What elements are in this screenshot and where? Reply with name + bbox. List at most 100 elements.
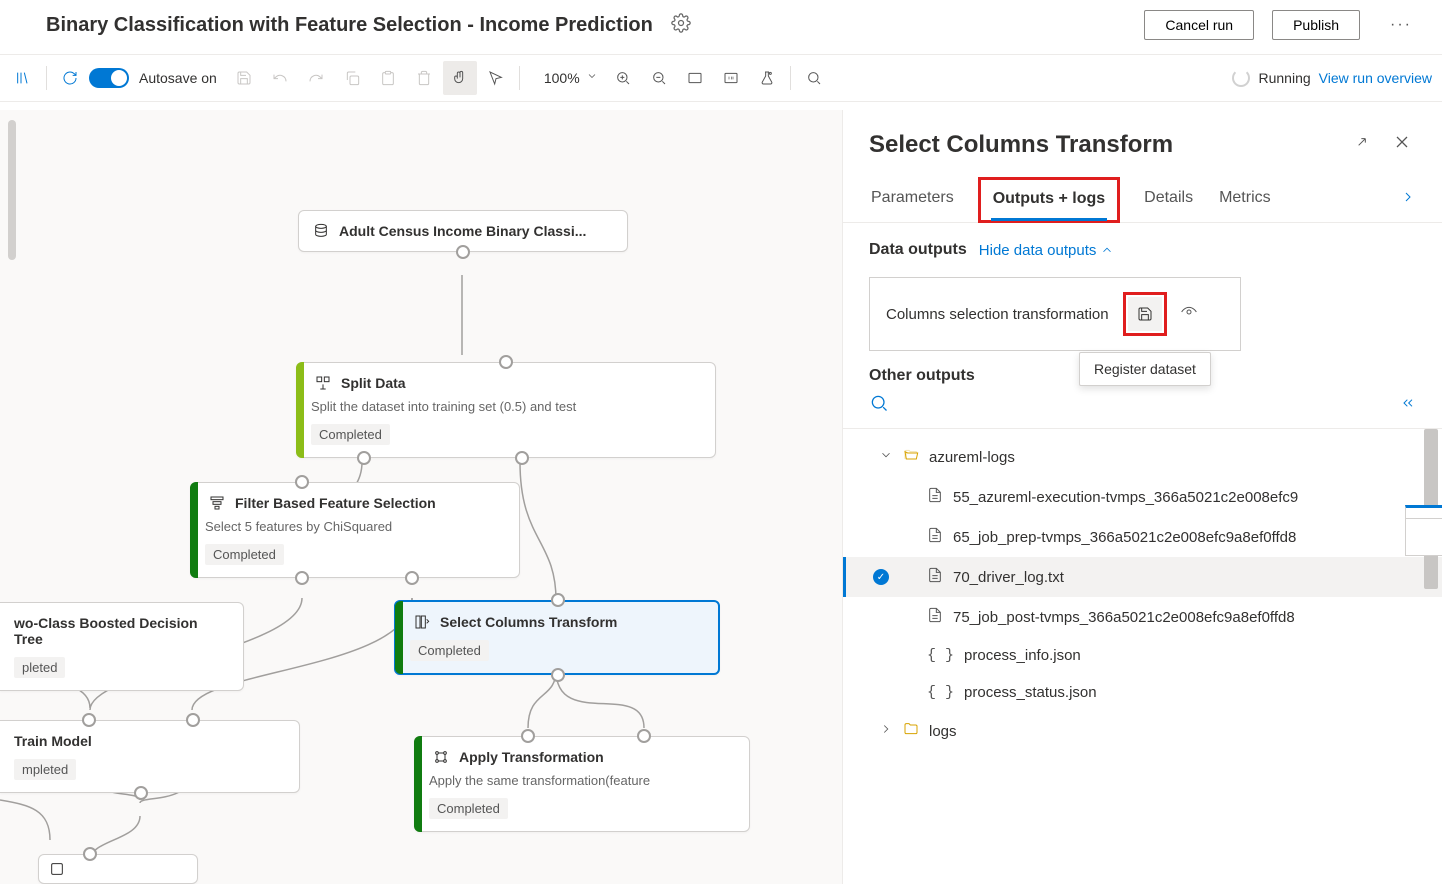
preview-icon[interactable]: [1181, 304, 1197, 325]
split-icon: [315, 375, 331, 391]
file-label: process_info.json: [964, 647, 1081, 664]
tab-details[interactable]: Details: [1142, 181, 1195, 219]
node-clipped-bottom[interactable]: [38, 854, 198, 884]
folder-logs[interactable]: logs: [843, 711, 1442, 751]
toolbar: Autosave on 100% Running View run overvi…: [0, 54, 1442, 102]
view-run-link[interactable]: View run overview: [1319, 70, 1432, 86]
page-header: Binary Classification with Feature Selec…: [0, 0, 1442, 54]
right-rail-stub[interactable]: [1405, 518, 1442, 556]
other-outputs-label: Other outputs: [869, 367, 975, 384]
file-process-status[interactable]: { } process_status.json: [843, 674, 1442, 711]
collapse-icon[interactable]: [1400, 395, 1416, 416]
paste-icon[interactable]: [371, 61, 405, 95]
publish-button[interactable]: Publish: [1272, 10, 1360, 40]
close-icon[interactable]: [1388, 128, 1416, 161]
node-subtitle: Apply the same transformation(feature: [429, 773, 735, 788]
undo-icon[interactable]: [263, 61, 297, 95]
output-port-1[interactable]: [357, 451, 371, 465]
tooltip: Register dataset: [1079, 352, 1211, 386]
node-two-class-boosted[interactable]: wo-Class Boosted Decision Tree pleted: [0, 602, 244, 691]
status-badge: Completed: [410, 640, 489, 661]
node-train-model[interactable]: Train Model mpleted: [0, 720, 300, 793]
folder-label: azureml-logs: [929, 449, 1015, 466]
file-label: 65_job_prep-tvmps_366a5021c2e008efc9a8ef…: [953, 529, 1296, 546]
input-port[interactable]: [551, 593, 565, 607]
node-select-columns-transform[interactable]: Select Columns Transform Completed: [394, 600, 720, 675]
output-port[interactable]: [551, 668, 565, 682]
file-label: 70_driver_log.txt: [953, 569, 1064, 586]
folder-open-icon: [903, 447, 919, 467]
input-port-1[interactable]: [82, 713, 96, 727]
file-55-execution[interactable]: 55_azureml-execution-tvmps_366a5021c2e00…: [843, 477, 1442, 517]
folder-azureml-logs[interactable]: azureml-logs: [843, 437, 1442, 477]
status-badge: Completed: [205, 544, 284, 565]
input-port[interactable]: [499, 355, 513, 369]
status-badge: mpleted: [14, 759, 76, 780]
save-icon: [1137, 306, 1153, 322]
search-icon[interactable]: [797, 61, 831, 95]
input-port-1[interactable]: [521, 729, 535, 743]
beaker-icon[interactable]: [750, 61, 784, 95]
zoom-dropdown-icon[interactable]: [586, 69, 598, 87]
register-dataset-button[interactable]: [1128, 297, 1162, 331]
node-apply-transformation[interactable]: Apply Transformation Apply the same tran…: [414, 736, 750, 832]
tab-parameters[interactable]: Parameters: [869, 181, 956, 219]
zoom-in-icon[interactable]: [606, 61, 640, 95]
file-label: process_status.json: [964, 684, 1097, 701]
output-port-2[interactable]: [515, 451, 529, 465]
search-icon[interactable]: [869, 393, 889, 418]
json-icon: { }: [927, 684, 954, 701]
gear-icon[interactable]: [671, 13, 691, 38]
panel-title: Select Columns Transform: [869, 131, 1336, 159]
autosave-toggle[interactable]: [89, 68, 129, 88]
output-port-1[interactable]: [295, 571, 309, 585]
file-icon: [927, 567, 943, 587]
check-icon: ✓: [873, 569, 889, 585]
file-70-driver-log[interactable]: ✓ 70_driver_log.txt: [843, 557, 1442, 597]
module-icon: [49, 861, 65, 877]
cursor-icon[interactable]: [479, 61, 513, 95]
input-port[interactable]: [295, 475, 309, 489]
status-badge: pleted: [14, 657, 65, 678]
hide-data-outputs-link[interactable]: Hide data outputs: [979, 242, 1115, 259]
node-subtitle: Select 5 features by ChiSquared: [205, 519, 505, 534]
save-icon[interactable]: [227, 61, 261, 95]
spinner-icon: [1232, 69, 1250, 87]
hand-pan-icon[interactable]: [443, 61, 477, 95]
cancel-run-button[interactable]: Cancel run: [1144, 10, 1254, 40]
output-port[interactable]: [134, 786, 148, 800]
input-port[interactable]: [83, 847, 97, 861]
input-port-2[interactable]: [637, 729, 651, 743]
more-icon[interactable]: ···: [1378, 16, 1424, 34]
node-title: Train Model: [14, 733, 92, 749]
file-icon: [927, 607, 943, 627]
tab-outputs-logs[interactable]: Outputs + logs: [991, 182, 1107, 220]
copy-icon[interactable]: [335, 61, 369, 95]
tab-metrics[interactable]: Metrics: [1217, 181, 1273, 219]
refresh-icon[interactable]: [53, 61, 87, 95]
fit-screen-icon[interactable]: [678, 61, 712, 95]
node-filter-feature-selection[interactable]: Filter Based Feature Selection Select 5 …: [190, 482, 520, 578]
file-65-job-prep[interactable]: 65_job_prep-tvmps_366a5021c2e008efc9a8ef…: [843, 517, 1442, 557]
left-panel-handle[interactable]: [8, 120, 16, 260]
file-icon: [927, 487, 943, 507]
tabs-overflow-icon[interactable]: [1400, 189, 1416, 210]
zoom-out-icon[interactable]: [642, 61, 676, 95]
file-75-job-post[interactable]: 75_job_post-tvmps_366a5021c2e008efc9a8ef…: [843, 597, 1442, 637]
folder-label: logs: [929, 723, 957, 740]
node-dataset[interactable]: Adult Census Income Binary Classi...: [298, 210, 628, 252]
library-icon[interactable]: [6, 61, 40, 95]
actual-size-icon[interactable]: [714, 61, 748, 95]
output-port-2[interactable]: [405, 571, 419, 585]
file-process-info[interactable]: { } process_info.json: [843, 637, 1442, 674]
node-split-data[interactable]: Split Data Split the dataset into traini…: [296, 362, 716, 458]
output-port[interactable]: [456, 245, 470, 259]
expand-icon[interactable]: [1350, 130, 1374, 159]
delete-icon[interactable]: [407, 61, 441, 95]
pipeline-title: Binary Classification with Feature Selec…: [46, 14, 653, 37]
input-port-2[interactable]: [186, 713, 200, 727]
redo-icon[interactable]: [299, 61, 333, 95]
transform-icon: [433, 749, 449, 765]
outputs-tree: azureml-logs 55_azureml-execution-tvmps_…: [843, 429, 1442, 884]
autosave-label: Autosave on: [131, 70, 225, 86]
